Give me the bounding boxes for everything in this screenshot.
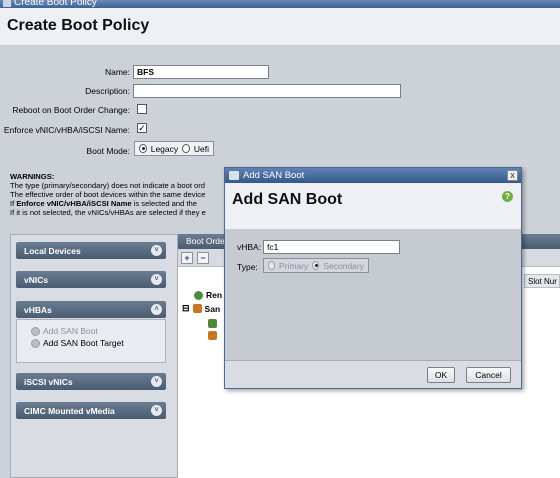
dialog-footer: OK Cancel <box>225 360 521 388</box>
dialog-titlebar-text: Add SAN Boot <box>243 170 305 181</box>
section-label: iSCSI vNICs <box>24 377 73 387</box>
section-iscsi-vnics[interactable]: iSCSI vNICs ˅ <box>16 373 166 390</box>
add-san-boot-dialog: Add SAN Boot x Add SAN Boot ? vHBA: fc1 … <box>224 167 522 389</box>
chevron-down-icon[interactable]: ˅ <box>151 274 162 285</box>
add-san-boot-link[interactable]: Add SAN Boot <box>31 326 98 336</box>
section-vnics[interactable]: vNICs ˅ <box>16 271 166 288</box>
san-child-icons <box>208 319 222 341</box>
warning-line: If Enforce vNIC/vHBA/iSCSI Name is selec… <box>10 199 225 208</box>
cancel-button[interactable]: Cancel <box>466 367 511 383</box>
boot-mode-legacy-radio[interactable] <box>139 144 147 153</box>
warning-text: is selected and the <box>131 199 197 208</box>
tree-node-label: Ren <box>206 290 223 300</box>
type-radio-group: Primary Secondary <box>263 258 369 273</box>
warning-line: The type (primary/secondary) does not in… <box>10 181 206 190</box>
collapse-icon[interactable]: ⊟ <box>182 303 190 314</box>
page-header: Create Boot Policy <box>0 8 560 46</box>
boot-mode-label: Boot Mode: <box>86 146 130 156</box>
description-input[interactable] <box>133 84 401 98</box>
help-icon[interactable]: ? <box>502 191 513 202</box>
boot-mode-radio-group: Legacy Uefi <box>134 141 214 156</box>
remote-icon <box>194 290 203 300</box>
warning-line: If it is not selected, the vNICs/vHBAs a… <box>10 208 206 217</box>
dialog-body: vHBA: fc1 Type: Primary Secondary <box>225 229 521 359</box>
page-title: Create Boot Policy <box>7 17 150 34</box>
vhba-label: vHBA: <box>237 242 262 252</box>
window-title: Create Boot Policy <box>14 0 97 8</box>
window-titlebar: Create Boot Policy <box>0 0 560 8</box>
type-secondary-radio[interactable] <box>312 261 320 270</box>
san-icon <box>192 304 202 313</box>
type-label: Type: <box>237 262 258 272</box>
reboot-on-change-label: Reboot on Boot Order Change: <box>12 105 130 115</box>
dialog-app-icon <box>229 171 239 180</box>
chevron-down-icon[interactable]: ˅ <box>151 376 162 387</box>
section-label: vNICs <box>24 275 49 285</box>
vhbas-section-body: Add SAN Boot Add SAN Boot Target <box>16 319 166 363</box>
section-label: vHBAs <box>24 305 52 315</box>
vhba-input[interactable]: fc1 <box>263 240 400 254</box>
ok-button[interactable]: OK <box>427 367 455 383</box>
name-label: Name: <box>104 67 130 77</box>
type-secondary-label: Secondary <box>323 260 364 271</box>
boot-mode-uefi-label: Uefi <box>193 143 209 154</box>
tree-node-label: San <box>204 303 221 314</box>
add-icon <box>31 338 40 348</box>
app-icon <box>3 0 11 7</box>
boot-mode-legacy-label: Legacy <box>150 143 179 154</box>
chevron-up-icon[interactable]: ˄ <box>151 304 162 315</box>
san-target-icon <box>208 319 217 328</box>
dialog-titlebar: Add SAN Boot x <box>225 168 521 183</box>
add-icon <box>31 326 40 336</box>
section-local-devices[interactable]: Local Devices ˅ <box>16 242 166 259</box>
type-primary-label: Primary <box>279 260 309 271</box>
enforce-name-checkbox[interactable]: ✓ <box>137 123 147 133</box>
warning-emphasis: Enforce vNIC/vHBA/iSCSI Name <box>16 199 132 208</box>
add-san-boot-label: Add SAN Boot <box>43 326 98 336</box>
close-icon[interactable]: x <box>507 170 518 181</box>
chevron-down-icon[interactable]: ˅ <box>151 245 162 256</box>
dialog-header: Add SAN Boot ? <box>225 183 521 229</box>
section-cimc-vmedia[interactable]: CIMC Mounted vMedia ˅ <box>16 402 166 419</box>
name-input[interactable]: BFS <box>133 65 269 79</box>
boot-mode-uefi-radio[interactable] <box>182 144 190 153</box>
warning-line: The effective order of boot devices with… <box>10 190 206 199</box>
tree-node-san[interactable]: ⊟ San <box>182 303 220 314</box>
slot-number-column-header[interactable]: Slot Nur <box>524 274 560 288</box>
tree-node-remote[interactable]: Ren <box>194 290 222 300</box>
dialog-heading: Add SAN Boot <box>232 191 343 208</box>
add-san-boot-target-label: Add SAN Boot Target <box>43 338 124 348</box>
enforce-name-label: Enforce vNIC/vHBA/iSCSI Name: <box>3 125 130 135</box>
warnings-title: WARNINGS: <box>10 172 55 181</box>
add-row-icon[interactable]: + <box>181 252 193 264</box>
section-vhbas[interactable]: vHBAs ˄ <box>16 301 166 318</box>
chevron-down-icon[interactable]: ˅ <box>151 405 162 416</box>
reboot-on-change-checkbox[interactable] <box>137 104 147 114</box>
san-target-icon <box>208 331 217 340</box>
section-label: CIMC Mounted vMedia <box>24 406 115 416</box>
device-panel: Local Devices ˅ vNICs ˅ vHBAs ˄ Add SAN … <box>10 234 178 478</box>
warnings-block: WARNINGS: The type (primary/secondary) d… <box>10 172 225 217</box>
section-label: Local Devices <box>24 246 81 256</box>
remove-row-icon[interactable]: − <box>197 252 209 264</box>
description-label: Description: <box>85 86 130 96</box>
type-primary-radio[interactable] <box>268 261 276 270</box>
add-san-boot-target-link[interactable]: Add SAN Boot Target <box>31 338 124 348</box>
